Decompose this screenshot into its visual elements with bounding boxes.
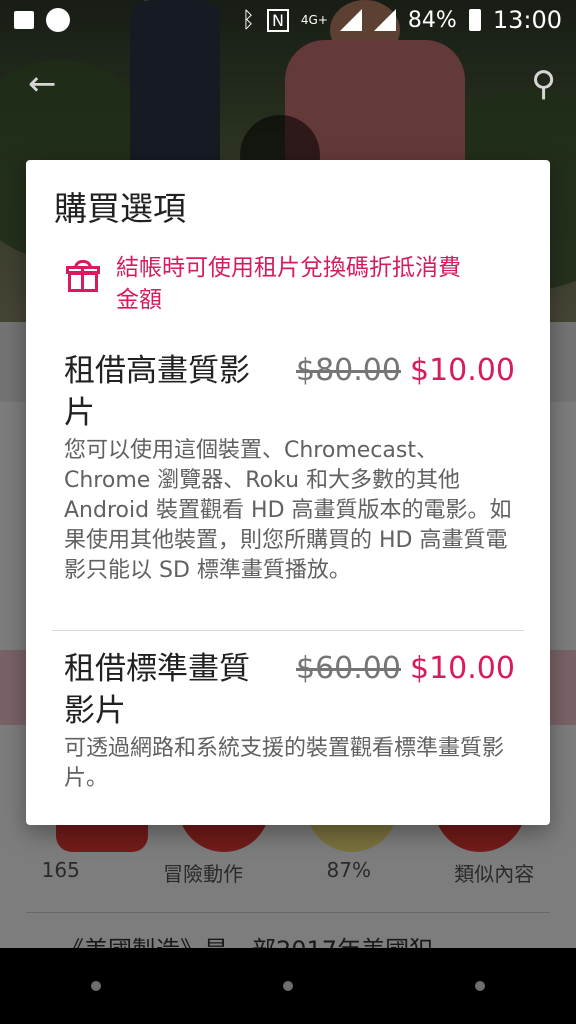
promo-text: 結帳時可使用租片兌換碼折抵消費金額	[116, 255, 461, 313]
battery-icon	[468, 9, 481, 31]
nfc-icon: N	[266, 8, 289, 32]
option-divider	[52, 630, 524, 631]
image-notification-icon	[14, 11, 34, 29]
clock: 13:00	[492, 6, 562, 34]
signal-icon	[373, 9, 396, 31]
recents-nav-button[interactable]	[475, 981, 485, 991]
rental-price: $10.00	[410, 353, 515, 388]
option-description: 可透過網路和系統支援的裝置觀看標準畫質影片。	[64, 736, 505, 791]
rental-price: $10.00	[410, 651, 515, 686]
battery-percent: 84%	[407, 7, 457, 33]
rent-sd-option[interactable]: 租借標準畫質影片 $60.00 $10.00 可透過網路和系統支援的裝置觀看標準…	[64, 648, 524, 798]
option-description: 您可以使用這個裝置、Chromecast、Chrome 瀏覽器、Roku 和大多…	[64, 438, 512, 583]
dialog-title: 購買選項	[54, 189, 186, 228]
app-toolbar: ← ⚲	[28, 64, 556, 104]
signal-icon	[339, 9, 362, 31]
bluetooth-icon: ᛒ	[241, 7, 255, 33]
promo-notice: 結帳時可使用租片兌換碼折抵消費金額	[66, 252, 466, 316]
system-nav-bar	[0, 948, 576, 1024]
gift-icon	[66, 260, 100, 292]
network-type: 4G+	[300, 13, 328, 27]
rent-hd-option[interactable]: 租借高畫質影片 $80.00 $10.00 您可以使用這個裝置、Chromeca…	[64, 350, 524, 600]
phone-notification-icon	[46, 8, 70, 32]
original-price: $80.00	[296, 353, 401, 388]
back-nav-button[interactable]	[91, 981, 101, 991]
status-bar: ᛒ N 4G+ 84% 13:00	[0, 0, 576, 40]
original-price: $60.00	[296, 651, 401, 686]
home-nav-button[interactable]	[283, 981, 293, 991]
arrow-left-icon[interactable]: ←	[28, 64, 57, 104]
purchase-options-dialog: 購買選項 結帳時可使用租片兌換碼折抵消費金額 租借高畫質影片 $80.00 $1…	[26, 160, 550, 825]
option-name: 租借高畫質影片	[64, 353, 250, 431]
option-name: 租借標準畫質影片	[64, 651, 250, 729]
search-icon[interactable]: ⚲	[531, 64, 556, 104]
